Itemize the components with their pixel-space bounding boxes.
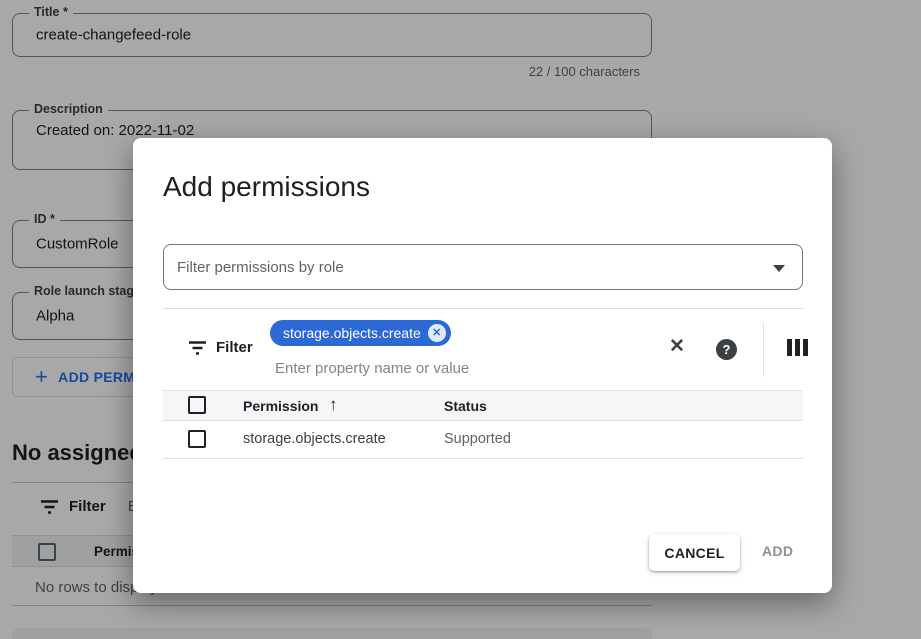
status-cell: Supported — [444, 431, 511, 447]
add-button[interactable]: ADD — [762, 543, 793, 559]
role-select-placeholder: Filter permissions by role — [177, 259, 344, 276]
help-icon[interactable]: ? — [716, 339, 737, 360]
permission-cell: storage.objects.create — [243, 431, 386, 447]
permissions-table-header: Permission ↑ Status — [163, 390, 803, 421]
filter-chip-label: storage.objects.create — [283, 325, 421, 341]
permissions-filter-toolbar: Filter storage.objects.create ✕ Enter pr… — [163, 308, 803, 390]
permission-column-header[interactable]: Permission — [243, 398, 318, 414]
select-all-checkbox[interactable] — [188, 396, 206, 414]
row-checkbox[interactable] — [188, 430, 206, 448]
sort-ascending-icon[interactable]: ↑ — [329, 395, 338, 415]
cancel-button[interactable]: CANCEL — [649, 534, 740, 571]
filter-button[interactable]: Filter — [188, 339, 253, 356]
filter-list-icon — [188, 340, 207, 356]
add-permissions-dialog: Add permissions Filter permissions by ro… — [133, 138, 832, 593]
chip-remove-icon[interactable]: ✕ — [428, 324, 446, 342]
table-row[interactable]: storage.objects.create Supported — [163, 421, 803, 459]
status-column-header[interactable]: Status — [444, 398, 487, 414]
toolbar-divider — [763, 323, 764, 377]
filter-label: Filter — [216, 339, 253, 356]
column-display-options-icon[interactable] — [787, 339, 808, 356]
clear-filters-icon[interactable]: ✕ — [665, 335, 689, 359]
filter-chip[interactable]: storage.objects.create ✕ — [270, 320, 451, 346]
filter-permissions-by-role-select[interactable]: Filter permissions by role — [163, 244, 803, 290]
dialog-title: Add permissions — [163, 171, 370, 203]
filter-input-placeholder[interactable]: Enter property name or value — [275, 360, 469, 377]
chevron-down-icon — [773, 265, 785, 272]
